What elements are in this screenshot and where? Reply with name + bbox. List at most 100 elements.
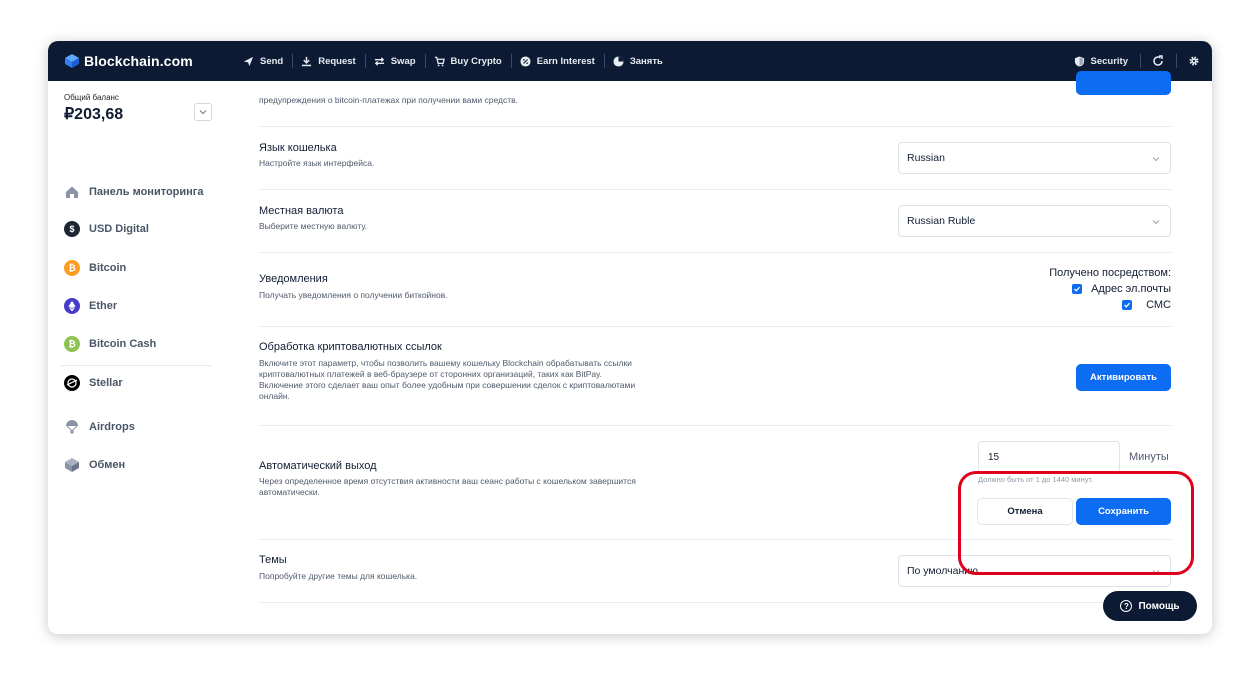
main-nav: Send Request Swap Buy Crypto Earn Intere… xyxy=(234,41,672,81)
balance-dropdown-button[interactable] xyxy=(194,103,212,121)
swap-icon xyxy=(374,56,384,66)
exchange-icon xyxy=(64,457,80,473)
sidebar-item-label: Панель мониторинга xyxy=(89,186,204,198)
chevron-down-icon xyxy=(199,110,207,115)
checkbox-checked-icon xyxy=(1072,284,1083,294)
sms-option-label: СМС xyxy=(1146,299,1171,311)
row-description: Попробуйте другие темы для кошелька. xyxy=(259,571,418,581)
nav-buy-crypto[interactable]: Buy Crypto xyxy=(424,41,511,81)
ether-icon xyxy=(64,298,80,314)
home-icon xyxy=(64,184,80,200)
logout-minutes-value: 15 xyxy=(988,451,1000,463)
nav-borrow-label: Занять xyxy=(629,55,663,67)
nav-send-label: Send xyxy=(260,55,284,67)
nav-send[interactable]: Send xyxy=(234,41,292,81)
sidebar: Общий баланс ₽203,68 Панель мониторинга … xyxy=(48,81,224,634)
currency-select[interactable]: Russian Ruble xyxy=(898,205,1171,237)
sidebar-item-label: USD Digital xyxy=(89,223,149,235)
chevron-down-icon xyxy=(1152,157,1160,162)
sidebar-item-label: Ether xyxy=(89,300,118,312)
row-title: Уведомления xyxy=(259,273,328,285)
notification-channels-label: Получено посредством: xyxy=(1049,267,1171,279)
row-description: Выберите местную валюту. xyxy=(259,221,368,231)
checkbox-checked-icon xyxy=(1122,300,1133,310)
nav-earn-interest-label: Earn Interest xyxy=(536,55,595,67)
row-title: Темы xyxy=(259,554,287,566)
blockchain-logo-icon xyxy=(65,54,79,68)
row-title: Язык кошелька xyxy=(259,142,337,154)
nav-borrow[interactable]: Занять xyxy=(603,41,672,81)
app-window: Blockchain.com Send Request Swap Buy Cry… xyxy=(48,41,1212,634)
top-action-button[interactable] xyxy=(1076,71,1171,95)
brand-name: Blockchain.com xyxy=(84,53,193,69)
activate-button[interactable]: Активировать xyxy=(1076,364,1171,391)
sidebar-divider xyxy=(60,365,212,366)
top-navigation-bar: Blockchain.com Send Request Swap Buy Cry… xyxy=(48,41,1212,81)
sidebar-item-usd-digital[interactable]: $ USD Digital xyxy=(64,220,149,238)
row-title: Обработка криптовалютных ссылок xyxy=(259,341,442,353)
nav-earn-interest[interactable]: Earn Interest xyxy=(510,41,604,81)
sidebar-item-ether[interactable]: Ether xyxy=(64,297,117,315)
settings-row-notifications: Уведомления Получать уведомления о получ… xyxy=(258,253,1172,327)
download-icon xyxy=(302,56,312,66)
stellar-icon xyxy=(64,375,80,391)
sidebar-item-label: Bitcoin xyxy=(89,262,127,274)
row-description-line: Включите этот параметр, чтобы позволить … xyxy=(259,358,632,368)
sidebar-item-bitcoin-cash[interactable]: ₿ Bitcoin Cash xyxy=(64,335,156,353)
question-icon: ? xyxy=(1120,600,1133,612)
email-checkbox[interactable]: Адрес эл.почты xyxy=(1072,283,1171,295)
chevron-down-icon xyxy=(1152,220,1160,225)
total-balance-label: Общий баланс xyxy=(64,93,119,102)
bitcoin-icon: ₿ xyxy=(64,260,80,276)
row-description: Настройте язык интерфейса. xyxy=(259,158,375,168)
settings-button[interactable] xyxy=(1176,41,1212,81)
gear-icon xyxy=(1189,56,1199,66)
sidebar-item-exchange[interactable]: Обмен xyxy=(64,456,125,474)
settings-row-currency: Местная валюта Выберите местную валюту. … xyxy=(258,190,1172,253)
cart-icon xyxy=(434,56,445,66)
refresh-icon xyxy=(1153,55,1163,66)
logout-minutes-input[interactable]: 15 xyxy=(978,441,1120,473)
help-button[interactable]: ? Помощь xyxy=(1103,591,1197,621)
pie-icon xyxy=(613,55,624,67)
language-value: Russian xyxy=(907,152,945,164)
sidebar-item-stellar[interactable]: Stellar xyxy=(64,374,123,392)
email-option-label: Адрес эл.почты xyxy=(1091,283,1171,295)
row-description: предупреждения о bitcoin-платежах при по… xyxy=(259,95,518,105)
security-label: Security xyxy=(1090,55,1129,67)
row-description-line: автоматически. xyxy=(259,487,320,497)
row-title: Местная валюта xyxy=(259,205,344,217)
sms-checkbox[interactable]: СМС xyxy=(1122,299,1171,311)
row-description-line: онлайн. xyxy=(259,391,290,401)
nav-request[interactable]: Request xyxy=(292,41,364,81)
sidebar-item-label: Bitcoin Cash xyxy=(89,338,157,350)
sidebar-item-bitcoin[interactable]: ₿ Bitcoin xyxy=(64,259,126,277)
total-balance-value: ₽203,68 xyxy=(64,106,124,123)
percent-icon xyxy=(520,55,531,67)
sidebar-item-airdrops[interactable]: Airdrops xyxy=(64,418,135,436)
sidebar-item-label: Airdrops xyxy=(89,421,135,433)
send-icon xyxy=(243,56,254,66)
row-title: Автоматический выход xyxy=(259,460,377,472)
row-description-line: Включение этого сделает ваш опыт более у… xyxy=(259,380,636,390)
bitcoin-cash-icon: ₿ xyxy=(64,336,80,352)
brand[interactable]: Blockchain.com xyxy=(64,53,234,69)
nav-request-label: Request xyxy=(318,55,356,67)
nav-swap-label: Swap xyxy=(390,55,416,67)
nav-swap[interactable]: Swap xyxy=(364,41,425,81)
parachute-icon xyxy=(64,419,80,435)
sidebar-item-label: Stellar xyxy=(89,377,123,389)
row-description-line: Через определенное время отсутствия акти… xyxy=(259,476,636,486)
currency-value: Russian Ruble xyxy=(907,215,976,227)
language-select[interactable]: Russian xyxy=(898,142,1171,174)
sidebar-item-dashboard[interactable]: Панель мониторинга xyxy=(64,183,204,201)
settings-row-language: Язык кошелька Настройте язык интерфейса.… xyxy=(258,127,1172,190)
row-description: Получать уведомления о получении биткойн… xyxy=(259,290,448,300)
settings-row-crypto-links: Обработка криптовалютных ссылок Включите… xyxy=(258,327,1172,426)
shield-icon xyxy=(1074,55,1084,67)
help-label: Помощь xyxy=(1138,600,1180,612)
minutes-unit-label: Минуты xyxy=(1129,451,1169,463)
usd-digital-icon: $ xyxy=(64,221,80,237)
row-description-line: криптовалютных платежей в веб-браузере о… xyxy=(259,369,603,379)
sidebar-item-label: Обмен xyxy=(89,459,126,471)
